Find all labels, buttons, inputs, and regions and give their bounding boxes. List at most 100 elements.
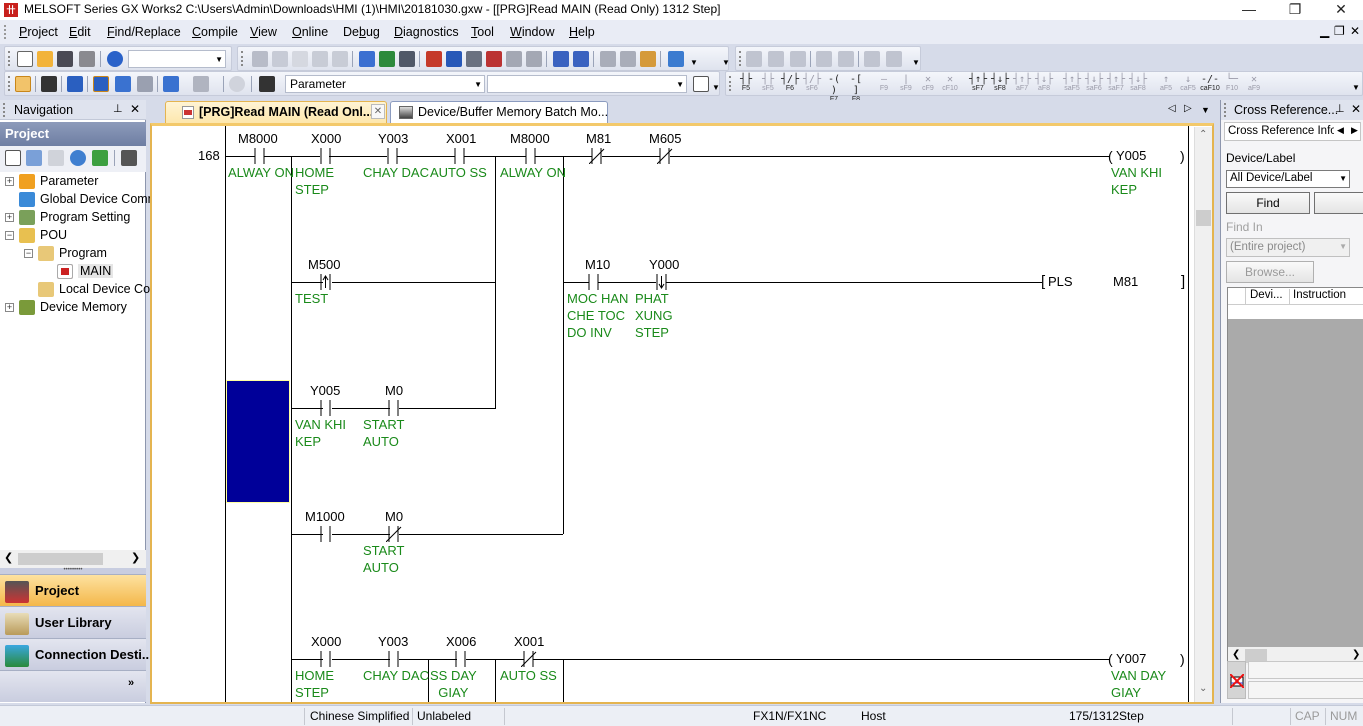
instruction-operand[interactable]: M81 <box>1113 274 1138 289</box>
chevron-down-icon[interactable]: ▼ <box>474 77 482 93</box>
scroll-left-icon[interactable]: ❮ <box>1232 649 1240 660</box>
mdi-restore-button[interactable]: ❐ <box>1334 24 1345 38</box>
toolbar-grip[interactable] <box>8 76 11 91</box>
contact-no[interactable] <box>386 651 402 667</box>
tree-horizontal-scrollbar[interactable]: ❮ ❯ <box>0 550 146 568</box>
new-file-icon[interactable] <box>17 51 33 67</box>
menubar-grip[interactable] <box>4 25 6 39</box>
ladder-key-saf6[interactable]: ┤↓├ saF6 <box>1084 74 1104 95</box>
ladder-key-f6[interactable]: ┤/├ F6 <box>780 74 800 95</box>
ladder-key-f5[interactable]: ┤├ F5 <box>736 74 756 95</box>
contact-no[interactable] <box>453 651 469 667</box>
expand-icon[interactable]: + <box>5 213 14 222</box>
new-data-icon[interactable] <box>5 150 21 166</box>
tab-prev-icon[interactable]: ◁ <box>1168 103 1176 114</box>
contact-no[interactable] <box>318 148 334 164</box>
pane-button-project[interactable]: Project <box>0 574 146 606</box>
contact-nc[interactable] <box>589 148 605 164</box>
module-config-icon[interactable] <box>121 150 137 166</box>
monitor-write-icon[interactable] <box>526 51 542 67</box>
editor-vertical-scrollbar[interactable]: ⌃ ⌄ <box>1194 127 1212 702</box>
toolbar-overflow-icon[interactable]: ▼ <box>712 83 720 92</box>
data-logging-icon[interactable] <box>886 51 902 67</box>
compile-icon[interactable] <box>640 51 656 67</box>
secondary-button[interactable] <box>1314 192 1363 214</box>
ladder-key-sf6[interactable]: ┤/├ sF6 <box>802 74 822 95</box>
document-icon[interactable] <box>693 76 709 92</box>
device-batch-icon[interactable] <box>553 51 569 67</box>
menu-find-replace[interactable]: Find/Replace <box>107 25 181 39</box>
expand-icon[interactable]: + <box>5 177 14 186</box>
toolbar-grip[interactable] <box>739 51 742 66</box>
menu-window[interactable]: Window <box>510 25 554 39</box>
ladder-key-saf5[interactable]: ┤↑├ saF5 <box>1062 74 1082 95</box>
contact-no[interactable] <box>386 400 402 416</box>
module-icon[interactable] <box>41 76 57 92</box>
ladder-editor[interactable]: 168 M8000 ALWAY ON X000 HOME STEP Y003 C… <box>150 123 1214 704</box>
timing-chart-icon[interactable] <box>790 51 806 67</box>
ladder-key-af9[interactable]: ✕ aF9 <box>1244 74 1264 95</box>
undo-icon[interactable] <box>312 51 328 67</box>
contact-no[interactable] <box>385 148 401 164</box>
column-header-instruction[interactable]: Instruction <box>1291 289 1346 301</box>
binoculars-icon[interactable] <box>259 76 275 92</box>
properties-icon[interactable] <box>70 150 86 166</box>
read-from-plc-icon[interactable] <box>446 51 462 67</box>
menu-tool[interactable]: Tool <box>471 25 494 39</box>
chevron-down-icon[interactable]: ▼ <box>215 52 223 68</box>
instruction-op[interactable]: PLS <box>1048 274 1073 289</box>
ladder-cursor[interactable] <box>226 380 290 503</box>
paste-data-icon[interactable] <box>48 150 64 166</box>
tab-cross-reference-information[interactable]: Cross Reference Information ◀ ▶ <box>1224 122 1361 141</box>
restore-button[interactable]: ❐ <box>1272 0 1318 20</box>
find-icon[interactable] <box>193 76 209 92</box>
cut-icon[interactable] <box>252 51 268 67</box>
chevron-down-icon[interactable]: ▼ <box>690 58 698 67</box>
pin-icon[interactable]: ⊥ <box>1335 102 1345 115</box>
toolbar-grip[interactable] <box>8 51 11 66</box>
device-tree-icon[interactable] <box>137 76 153 92</box>
close-button[interactable]: ✕ <box>1318 0 1363 20</box>
chevron-down-icon[interactable]: ▼ <box>676 77 684 93</box>
mdi-close-button[interactable]: ✕ <box>1350 24 1360 38</box>
close-pane-icon[interactable]: ✕ <box>130 102 140 116</box>
tab-scroll-left-icon[interactable]: ◀ <box>1337 125 1344 136</box>
ladder-key-sf8[interactable]: ┤↓├ sF8 <box>990 74 1010 95</box>
sfc-transition-icon[interactable] <box>768 51 784 67</box>
paste-icon[interactable] <box>292 51 308 67</box>
scroll-thumb[interactable] <box>18 553 103 565</box>
tab-prg-main[interactable]: [PRG]Read MAIN (Read Onl... ✕ <box>165 101 387 123</box>
toolbar-overflow-icon[interactable]: ▼ <box>722 58 730 67</box>
ladder-key-saf7[interactable]: ┤↑├ saF7 <box>1106 74 1126 95</box>
write-to-plc-icon[interactable] <box>426 51 442 67</box>
redo-icon[interactable] <box>332 51 348 67</box>
toolbar-grip[interactable] <box>729 76 732 91</box>
print-icon[interactable] <box>79 51 95 67</box>
ladder-key-saf8[interactable]: ┤↓├ saF8 <box>1128 74 1148 95</box>
menu-diagnostics[interactable]: Diagnostics <box>394 25 459 39</box>
expand-icon[interactable]: + <box>5 303 14 312</box>
ladder-key-f9[interactable]: — F9 <box>874 74 894 95</box>
toolbar-overflow-icon[interactable]: ▼ <box>1352 83 1360 92</box>
device-search-icon[interactable] <box>359 51 375 67</box>
ladder-key-caf5[interactable]: ↓ caF5 <box>1178 74 1198 95</box>
verify-icon[interactable] <box>466 51 482 67</box>
ladder-key-cf9[interactable]: ✕ cF9 <box>918 74 938 95</box>
close-pane-icon[interactable]: ✕ <box>1351 102 1361 116</box>
minimize-button[interactable]: — <box>1226 0 1272 20</box>
pin-icon[interactable]: ⊥ <box>113 102 123 115</box>
sfc-step-icon[interactable] <box>746 51 762 67</box>
scroll-right-icon[interactable]: ❯ <box>1352 649 1360 660</box>
tab-scroll-right-icon[interactable]: ▶ <box>1351 125 1358 136</box>
contact-nc[interactable] <box>521 651 537 667</box>
ladder-key-f7[interactable]: -( )F7 <box>824 74 844 103</box>
ladder-key-af5[interactable]: ↑ aF5 <box>1156 74 1176 95</box>
help-icon[interactable] <box>229 76 245 92</box>
output-window-icon[interactable] <box>67 76 83 92</box>
chevron-down-icon[interactable]: ▼ <box>1339 174 1347 183</box>
zoom-out-icon[interactable] <box>838 51 854 67</box>
menu-debug[interactable]: Debug <box>343 25 380 39</box>
ladder-key-cf10[interactable]: ✕ cF10 <box>940 74 960 95</box>
contact-no[interactable] <box>523 148 539 164</box>
contact-coil-search-icon[interactable] <box>399 51 415 67</box>
